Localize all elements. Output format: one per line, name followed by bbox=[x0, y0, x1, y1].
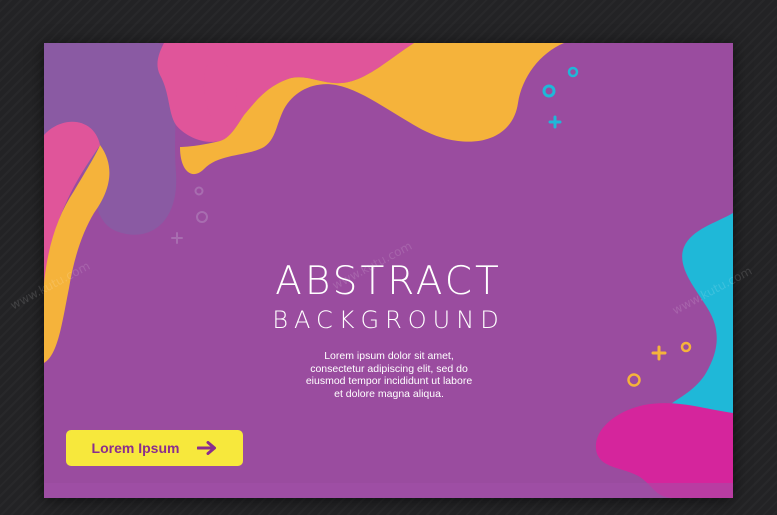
lorem-ipsum-button[interactable]: Lorem Ipsum bbox=[66, 430, 243, 466]
body-line: eiusmod tempor incididunt ut labore bbox=[305, 375, 473, 387]
body-copy: Lorem ipsum dolor sit amet, consectetur … bbox=[264, 350, 514, 400]
headline: ABSTRACT bbox=[275, 259, 502, 304]
body-line: consectetur adipiscing elit, sed do bbox=[310, 362, 468, 375]
arrow-right-icon bbox=[197, 441, 217, 455]
subheadline: BACKGROUND bbox=[272, 306, 505, 334]
cta-label: Lorem Ipsum bbox=[91, 440, 180, 456]
banner-card: ABSTRACT BACKGROUND Lorem ipsum dolor si… bbox=[44, 43, 733, 498]
body-line: Lorem ipsum dolor sit amet, bbox=[324, 350, 454, 362]
body-line: et dolore magna aliqua. bbox=[334, 387, 444, 400]
bottom-strip bbox=[44, 483, 733, 498]
